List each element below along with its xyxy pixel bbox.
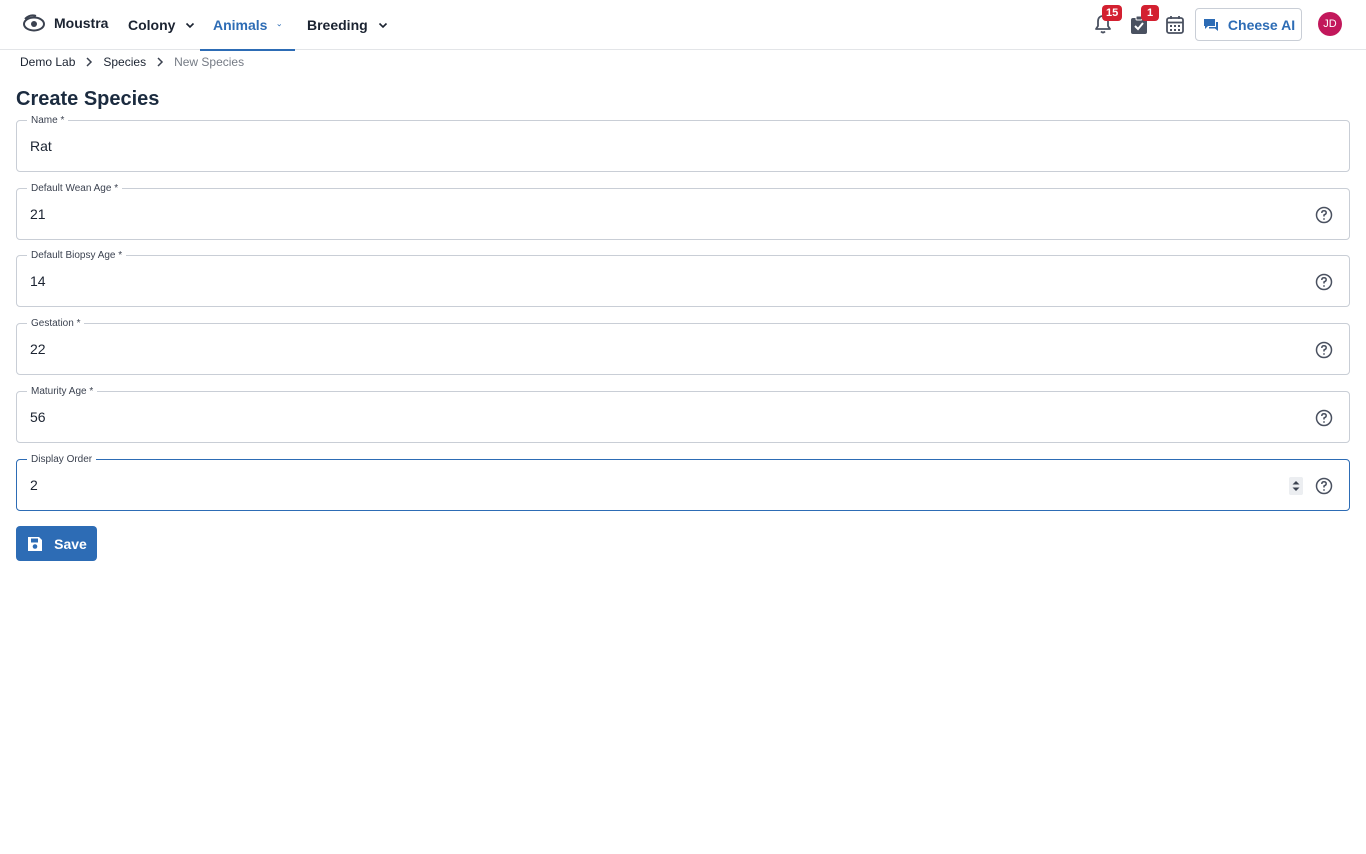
- name-input[interactable]: [30, 121, 1230, 171]
- chevron-right-icon: [86, 57, 93, 67]
- maturity-age-input[interactable]: [30, 392, 1230, 442]
- save-button-label: Save: [54, 535, 87, 552]
- nav-animals-label: Animals: [213, 17, 268, 33]
- cheese-ai-label: Cheese AI: [1227, 16, 1296, 33]
- gestation-input[interactable]: [30, 324, 1230, 374]
- notifications-badge: 15: [1102, 5, 1123, 21]
- breadcrumb: Demo Lab Species New Species: [20, 54, 244, 70]
- help-circle-icon[interactable]: [1315, 273, 1333, 291]
- app-name: Moustra: [54, 15, 109, 31]
- display-order-field: Display Order: [16, 454, 1350, 511]
- cheese-ai-button[interactable]: Cheese AI: [1195, 8, 1302, 41]
- nav-breeding-label: Breeding: [307, 17, 368, 33]
- nav-colony[interactable]: Colony: [128, 0, 195, 50]
- breadcrumb-species[interactable]: Species: [103, 55, 146, 69]
- name-field: Name *: [16, 115, 1350, 172]
- tasks-badge: 1: [1141, 5, 1159, 21]
- save-button[interactable]: Save: [16, 526, 97, 561]
- nav-animals[interactable]: Animals: [200, 0, 295, 51]
- top-navigation-bar: Moustra Colony Animals Breeding 15 1 Che…: [0, 0, 1366, 51]
- help-circle-icon[interactable]: [1315, 206, 1333, 224]
- logo-icon: [23, 14, 45, 32]
- display-order-input[interactable]: [30, 460, 1230, 510]
- app-logo[interactable]: Moustra: [22, 13, 108, 33]
- breadcrumb-new-species: New Species: [174, 55, 245, 69]
- gestation-field: Gestation *: [16, 318, 1350, 375]
- help-circle-icon[interactable]: [1315, 477, 1333, 495]
- save-floppy-icon: [28, 536, 43, 551]
- breadcrumb-demo-lab[interactable]: Demo Lab: [20, 55, 75, 69]
- chevron-down-icon: [186, 22, 195, 29]
- nav-colony-label: Colony: [128, 17, 176, 33]
- chat-icon: [1203, 18, 1218, 31]
- default-wean-age-field: Default Wean Age *: [16, 183, 1350, 240]
- default-biopsy-age-input[interactable]: [30, 256, 1230, 306]
- help-circle-icon[interactable]: [1315, 409, 1333, 427]
- default-wean-age-input[interactable]: [30, 189, 1230, 239]
- page-title: Create Species: [16, 88, 160, 110]
- chevron-right-icon: [157, 57, 164, 67]
- maturity-age-field: Maturity Age *: [16, 386, 1350, 443]
- nav-breeding[interactable]: Breeding: [307, 0, 388, 50]
- spinner-arrows-icon[interactable]: [1289, 477, 1303, 495]
- chevron-down-icon: [277, 24, 282, 27]
- user-avatar[interactable]: JD: [1318, 12, 1342, 36]
- chevron-down-icon: [378, 22, 387, 29]
- help-circle-icon[interactable]: [1315, 341, 1333, 359]
- default-biopsy-age-field: Default Biopsy Age *: [16, 250, 1350, 307]
- calendar-icon[interactable]: [1163, 13, 1187, 37]
